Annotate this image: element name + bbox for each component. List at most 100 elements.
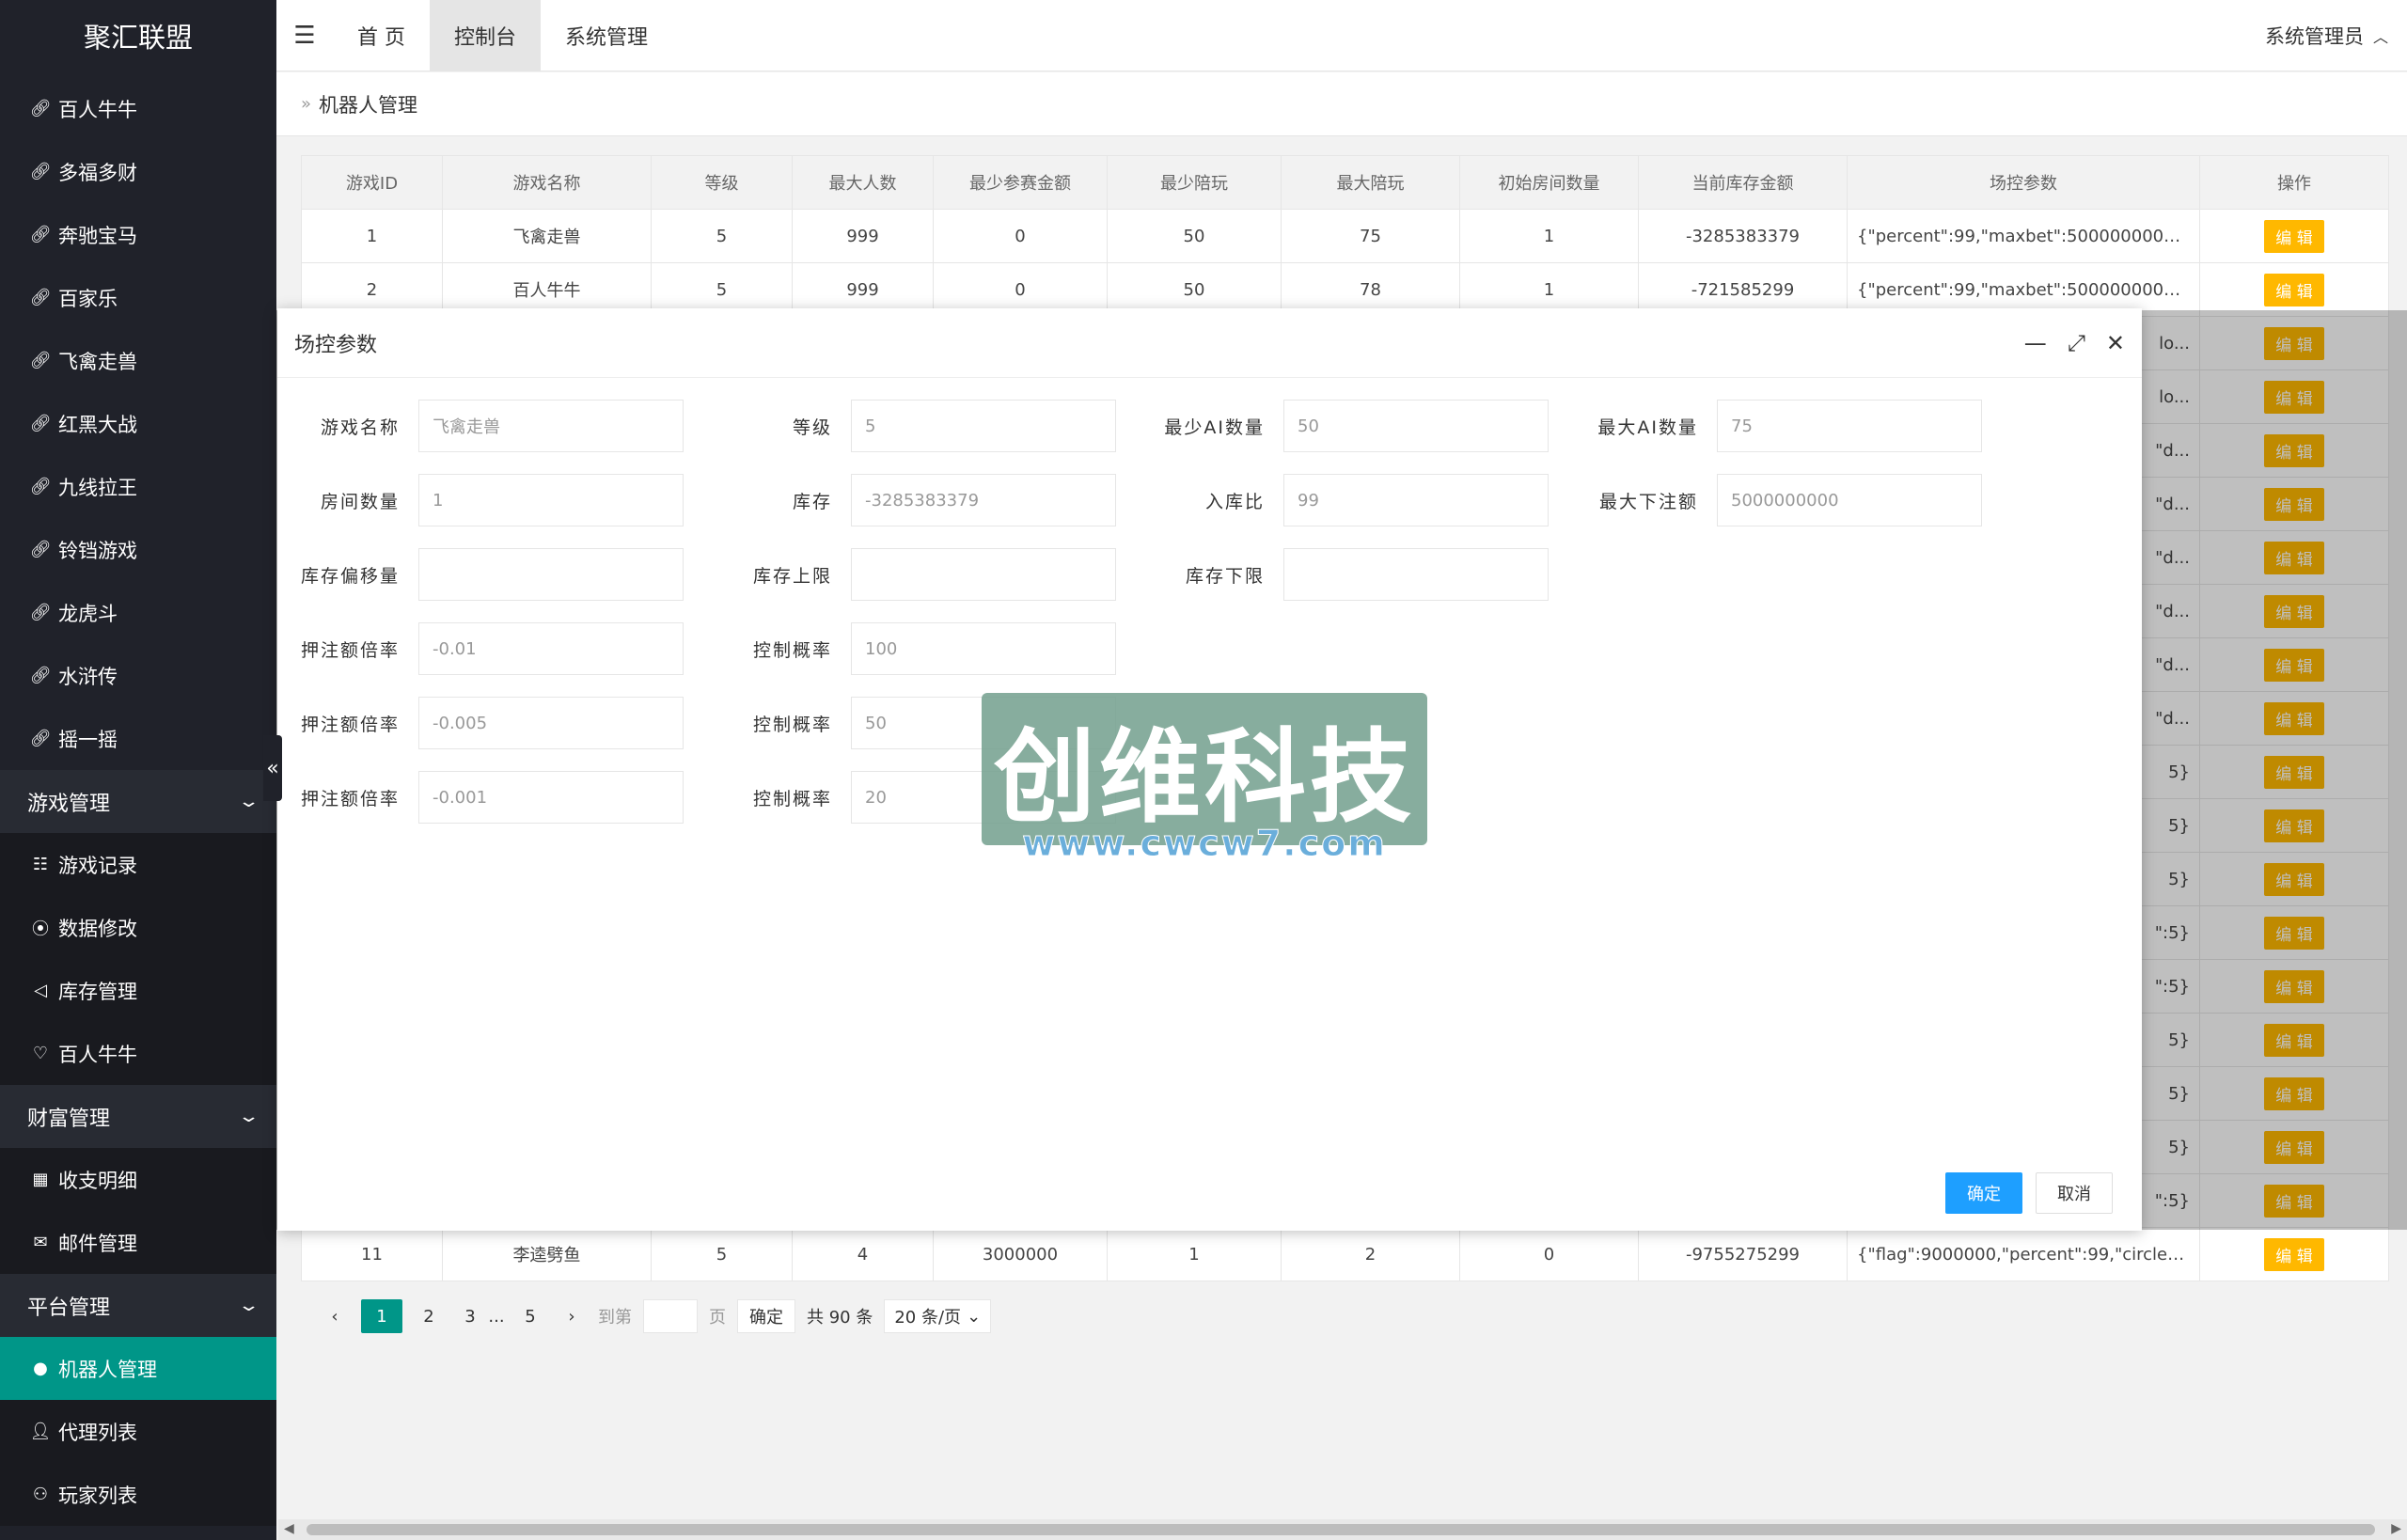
watermark-url: www.cwcw7.com [1022,823,1387,865]
sidebar-item-robot[interactable]: ● 机器人管理 [0,1337,276,1400]
column-header: 初始房间数量 [1459,155,1639,210]
dialog-title: 场控参数 [294,333,378,357]
broadcast-icon: ⦿ [32,919,49,939]
table-cell: 5 [651,209,793,263]
link-icon: 🔗︎ [29,351,52,370]
sidebar-item-label: 百人牛牛 [58,1043,137,1066]
input-stock[interactable] [851,474,1116,526]
sidebar-item-yaoyiyao[interactable]: 🔗︎ 摇一摇 [0,707,276,770]
sidebar-item-baijiale[interactable]: 🔗︎ 百家乐 [0,266,276,329]
input-stock-offset[interactable] [418,548,684,601]
sidebar-item-longhu[interactable]: 🔗︎ 龙虎斗 [0,581,276,644]
table-cell: 50 [1107,209,1282,263]
page-1[interactable]: 1 [361,1299,402,1333]
column-header: 最大人数 [792,155,934,210]
table-cell: 1 [301,209,443,263]
label-bet-rate-3: 押注额倍率 [300,789,400,809]
close-icon[interactable]: ✕ [2106,330,2125,356]
user-menu[interactable]: 系统管理员 ︿ [2265,0,2388,71]
goto-page-input[interactable] [643,1299,698,1333]
tab-home[interactable]: 首 页 [333,0,430,71]
page-2[interactable]: 2 [414,1299,444,1333]
table-cell: 飞禽走兽 [442,209,652,263]
sidebar-item-honghei[interactable]: 🔗︎ 红黑大战 [0,392,276,455]
edit-button[interactable]: 编 辑 [2264,1237,2324,1271]
actions-cell: 编 辑 [2199,262,2389,317]
input-level[interactable] [851,400,1116,452]
label-min-ai: 最少AI数量 [1164,417,1265,438]
calendar-icon: ▦ [32,1170,49,1189]
confirm-button[interactable]: 确定 [1945,1172,2022,1214]
horizontal-scrollbar[interactable]: ◀ ▶ [278,1519,2407,1540]
column-header: 等级 [651,155,793,210]
minimize-icon[interactable]: — [2024,330,2047,356]
tab-system[interactable]: 系统管理 [541,0,672,71]
sidebar-item-benchi[interactable]: 🔗︎ 奔驰宝马 [0,203,276,266]
sidebar-item-stock[interactable]: ◁ 库存管理 [0,959,276,1022]
input-in-ratio[interactable] [1283,474,1549,526]
sidebar-item-feiqin[interactable]: 🔗︎ 飞禽走兽 [0,329,276,392]
edit-button[interactable]: 编 辑 [2264,273,2324,306]
sidebar-item-shuihu[interactable]: 🔗︎ 水浒传 [0,644,276,707]
sidebar-item-niuniu[interactable]: ♡ 百人牛牛 [0,1022,276,1085]
scrollbar-thumb[interactable] [307,1524,2375,1535]
menu-toggle-icon[interactable]: ☰ [276,22,333,50]
sidebar-item-label: 多福多财 [58,161,137,184]
sidebar-group-game[interactable]: 游戏管理 ⌄ [0,770,276,833]
table-cell: -9755275299 [1638,1227,1848,1281]
label-room-count: 房间数量 [320,492,400,512]
chevron-down-icon: ⌄ [237,1296,260,1315]
table-cell: 1 [1107,1227,1282,1281]
maximize-icon[interactable]: ⤢ [2068,330,2085,356]
input-room-count[interactable] [418,474,684,526]
list-icon: ☷ [32,855,49,874]
input-min-ai[interactable] [1283,400,1549,452]
cancel-button[interactable]: 取消 [2036,1172,2113,1214]
link-icon: 🔗︎ [29,225,52,244]
column-header: 最少陪玩 [1107,155,1282,210]
input-stock-lower[interactable] [1283,548,1549,601]
chevron-down-icon: ⌄ [967,1306,982,1327]
sidebar-item-data-edit[interactable]: ⦿ 数据修改 [0,896,276,959]
edit-button[interactable]: 编 辑 [2264,219,2324,253]
sidebar-item-label: 奔驰宝马 [58,224,137,247]
label-stock-offset: 库存偏移量 [300,566,400,587]
sidebar-item-agents[interactable]: 👤︎ 代理列表 [0,1400,276,1463]
table-cell: 李逵劈鱼 [442,1227,652,1281]
link-icon: 🔗︎ [29,99,52,118]
input-ctrl-prob-1[interactable] [851,622,1116,675]
prev-page-icon[interactable]: ‹ [320,1299,350,1333]
sidebar-group-platform[interactable]: 平台管理 ⌄ [0,1274,276,1337]
sidebar-group-label: 财富管理 [27,1107,111,1131]
sidebar-item-duofu[interactable]: 🔗︎ 多福多财 [0,140,276,203]
sidebar-item-label: 飞禽走兽 [58,350,137,373]
page-size-select[interactable]: 20 条/页 ⌄ [884,1299,992,1333]
collapse-sidebar-button[interactable]: « [263,735,282,801]
table-cell: 4 [792,1227,934,1281]
sidebar-item-lingdang[interactable]: 🔗︎ 铃铛游戏 [0,518,276,581]
user-icon: 👤︎ [29,1422,52,1441]
sidebar-item-label: 库存管理 [58,980,137,1003]
sidebar-item-jiuxian[interactable]: 🔗︎ 九线拉王 [0,455,276,518]
tab-console[interactable]: 控制台 [430,0,542,71]
sidebar-item-players[interactable]: ⚇ 玩家列表 [0,1463,276,1526]
sidebar-item-game-record[interactable]: ☷ 游戏记录 [0,833,276,896]
input-bet-rate-2[interactable] [418,697,684,749]
sidebar-item-income[interactable]: ▦ 收支明细 [0,1148,276,1211]
input-bet-rate-1[interactable] [418,622,684,675]
goto-confirm-button[interactable]: 确定 [737,1299,795,1333]
sidebar-item-mail[interactable]: ✉ 邮件管理 [0,1211,276,1274]
top-header: ☰ 首 页 控制台 系统管理 系统管理员 ︿ [276,0,2407,71]
input-stock-upper[interactable] [851,548,1116,601]
sidebar-item-bairen-niuniu[interactable]: 🔗︎ 百人牛牛 [0,77,276,140]
sidebar-group-wealth[interactable]: 财富管理 ⌄ [0,1085,276,1148]
next-page-icon[interactable]: › [557,1299,587,1333]
scroll-right-icon[interactable]: ▶ [2391,1521,2401,1536]
input-game-name[interactable] [418,400,684,452]
table-cell: 3000000 [933,1227,1108,1281]
input-max-bet[interactable] [1717,474,1982,526]
input-bet-rate-3[interactable] [418,771,684,824]
scroll-left-icon[interactable]: ◀ [284,1521,294,1536]
input-max-ai[interactable] [1717,400,1982,452]
page-5[interactable]: 5 [515,1299,545,1333]
